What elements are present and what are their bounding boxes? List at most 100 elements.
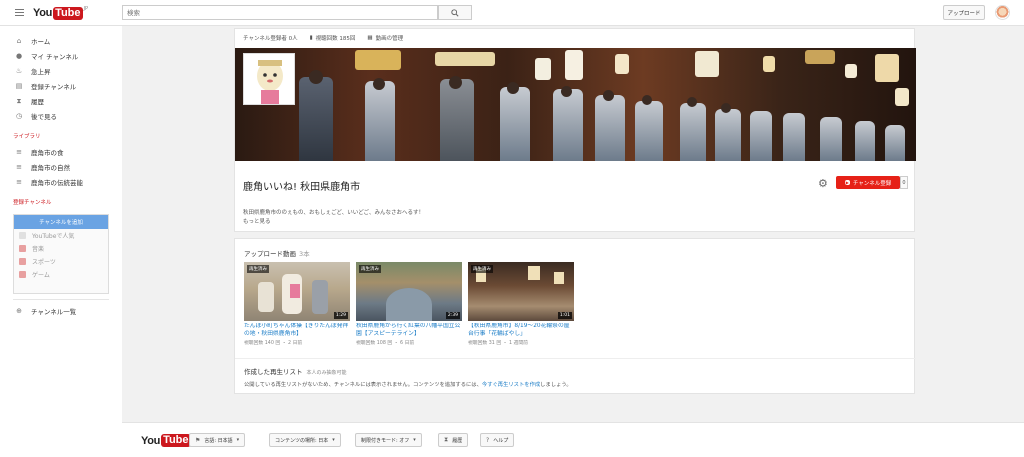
sidebar-item-label: 後で見る <box>31 113 57 121</box>
recommended-channel-label: YouTubeで人気 <box>32 233 75 240</box>
hourglass-icon: ⧗ <box>444 436 449 443</box>
recommended-channel-item[interactable]: ゲーム <box>14 268 108 281</box>
sidebar-library-item[interactable]: ≡ 鹿角市の伝統芸能 <box>15 176 83 188</box>
uploads-title-label: アップロード動画 <box>244 250 296 258</box>
flame-icon: ♨ <box>15 67 23 75</box>
video-thumbnail[interactable]: 再生済み 1:29 <box>244 262 350 321</box>
sidebar-item-history[interactable]: ⧗ 履歴 <box>15 95 44 107</box>
footer-logo-you: You <box>141 434 161 447</box>
sidebar-item-label: マイ チャンネル <box>31 53 79 61</box>
recommended-channel-item[interactable]: YouTubeで人気 <box>14 229 108 242</box>
manage-videos-link[interactable]: 動画の管理 <box>376 34 404 42</box>
playlists-title: 作成した再生リスト 本人のみ抽象可能 <box>244 366 347 376</box>
subscribe-label: チャンネル登録 <box>852 180 892 187</box>
help-label: ヘルプ <box>493 437 509 444</box>
chevron-down-icon: ▾ <box>332 437 335 443</box>
browse-channels-button[interactable]: チャンネルを追加 <box>14 215 108 229</box>
video-duration: 1:01 <box>557 312 572 319</box>
playlists-message-end: しましょう。 <box>540 382 572 388</box>
sidebar-item-watch-later[interactable]: ◷ 後で見る <box>15 110 57 122</box>
search-button[interactable] <box>438 5 472 20</box>
channel-banner[interactable] <box>235 48 916 161</box>
video-title[interactable]: 【秋田県鹿角市】8/19〜20花輪祭の屋台行事「花輪ばやし」 <box>468 323 574 338</box>
video-thumbnail[interactable]: 再生済み 2:39 <box>356 262 462 321</box>
chevron-down-icon: ▾ <box>236 437 240 443</box>
channel-stats: チャンネル登録者 0人 ▮ 視聴回数 185回 ▦ 動画の管理 <box>243 33 403 43</box>
location-label: コンテンツの場所: 日本 <box>275 437 329 444</box>
subscriber-count: チャンネル登録者 0人 <box>243 36 298 42</box>
recommended-channel-label: 音楽 <box>32 246 45 253</box>
video-meta: 視聴回数 140 回 ・ 2 日前 <box>244 341 303 346</box>
search-input[interactable] <box>122 5 438 20</box>
video-item[interactable]: 再生済み 1:29 たんぽ小町ちゃん体操【きりたんぽ発祥の地・秋田県鹿角市】 視… <box>244 262 350 346</box>
language-button[interactable]: ⚑ 言語: 日本語 ▾ <box>189 433 246 447</box>
sidebar-item-label: 履歴 <box>31 98 44 106</box>
video-title[interactable]: 秋田県鹿角から行く紅葉の八幡平国立公園【アスピーテライン】 <box>356 323 462 338</box>
person-icon: ● <box>15 52 23 60</box>
sidebar-item-my-channel[interactable]: ● マイ チャンネル <box>15 50 78 62</box>
recommended-channel-item[interactable]: 音楽 <box>14 242 108 255</box>
recommended-channel-item[interactable]: スポーツ <box>14 255 108 268</box>
sidebar-item-channel-list[interactable]: ⊕ チャンネル一覧 <box>15 305 76 317</box>
subscribe-button[interactable]: ▶ チャンネル登録 <box>836 176 900 189</box>
youtube-logo[interactable]: You Tube JP <box>33 6 88 20</box>
create-playlist-link[interactable]: 今すぐ再生リストを作成 <box>482 382 540 388</box>
footer-youtube-logo[interactable]: You Tube <box>141 434 191 447</box>
avatar[interactable] <box>995 5 1010 20</box>
watched-badge: 再生済み <box>247 265 269 273</box>
sidebar-item-trending[interactable]: ♨ 急上昇 <box>15 65 51 77</box>
history-button[interactable]: ⧗ 履歴 <box>438 433 469 447</box>
recommended-channel-label: ゲーム <box>32 272 50 279</box>
playlists-visibility-note: 本人のみ抽象可能 <box>306 370 347 376</box>
logo-region-text: JP <box>83 6 89 12</box>
restricted-mode-button[interactable]: 制限付きモード: オフ ▾ <box>355 433 422 447</box>
youtube-play-icon: ▶ <box>844 180 850 185</box>
subscriber-count-badge: 0 <box>900 176 908 189</box>
show-more-link[interactable]: もっと見る <box>243 217 271 225</box>
library-section-title: ライブラリ <box>13 134 41 140</box>
video-title[interactable]: たんぽ小町ちゃん体操【きりたんぽ発祥の地・秋田県鹿角市】 <box>244 323 350 338</box>
recommended-channels-box: チャンネルを追加 YouTubeで人気 音楽 スポーツ ゲーム <box>13 214 109 294</box>
playlist-icon: ≡ <box>16 178 22 186</box>
video-item[interactable]: 再生済み 2:39 秋田県鹿角から行く紅葉の八幡平国立公園【アスピーテライン】 … <box>356 262 462 346</box>
video-meta: 視聴回数 108 回 ・ 6 日前 <box>356 341 415 346</box>
sidebar-library-item[interactable]: ≡ 鹿角市の自然 <box>15 161 70 173</box>
channel-avatar[interactable] <box>243 53 295 105</box>
music-icon <box>19 245 26 252</box>
sidebar-item-label: 鹿角市の食 <box>31 149 64 157</box>
gear-icon[interactable]: ⚙ <box>818 177 828 190</box>
sidebar-item-subscriptions[interactable]: ▤ 登録チャンネル <box>15 80 77 92</box>
sidebar-item-label: チャンネル一覧 <box>31 308 77 316</box>
top-bar: You Tube JP アップロード <box>0 0 1024 26</box>
logo-tube-text: Tube <box>53 6 83 20</box>
hamburger-menu-icon[interactable] <box>15 9 24 16</box>
recommended-channel-label: スポーツ <box>32 259 56 266</box>
channel-header-card: チャンネル登録者 0人 ▮ 視聴回数 185回 ▦ 動画の管理 鹿角いいね! 秋… <box>234 28 916 232</box>
video-thumbnail[interactable]: 再生済み 1:01 <box>468 262 574 321</box>
channel-title: 鹿角いいね! 秋田県鹿角市 <box>243 182 361 193</box>
help-icon: ? <box>486 436 490 444</box>
sidebar-item-home[interactable]: ⌂ ホーム <box>15 35 51 47</box>
uploads-title[interactable]: アップロード動画 3本 <box>244 248 310 258</box>
playlist-icon: ≡ <box>16 163 22 171</box>
mascot-icon <box>257 60 283 104</box>
clock-icon: ◷ <box>15 112 23 120</box>
video-duration: 2:39 <box>445 312 460 319</box>
video-meta: 視聴回数 31 回 ・ 1 週間前 <box>468 341 528 346</box>
video-item[interactable]: 再生済み 1:01 【秋田県鹿角市】8/19〜20花輪祭の屋台行事「花輪ばやし」… <box>468 262 574 346</box>
channel-description: 秋田県鹿角市ののぇもの、おもしぇごど、いいどご、みんなさおへるす！ <box>243 210 425 216</box>
youtube-icon <box>19 232 26 239</box>
view-count[interactable]: 視聴回数 185回 <box>316 34 356 42</box>
add-circle-icon: ⊕ <box>16 307 22 315</box>
sidebar-item-label: ホーム <box>31 38 51 46</box>
chevron-down-icon: ▾ <box>413 437 416 443</box>
video-duration: 1:29 <box>333 312 348 319</box>
watched-badge: 再生済み <box>471 265 493 273</box>
search-icon <box>451 8 459 17</box>
bar-chart-icon: ▮ <box>309 35 313 41</box>
location-button[interactable]: コンテンツの場所: 日本 ▾ <box>269 433 341 447</box>
upload-button[interactable]: アップロード <box>943 5 985 20</box>
history-label: 履歴 <box>452 437 463 444</box>
help-button[interactable]: ? ヘルプ <box>480 433 515 447</box>
sidebar-library-item[interactable]: ≡ 鹿角市の食 <box>15 146 64 158</box>
